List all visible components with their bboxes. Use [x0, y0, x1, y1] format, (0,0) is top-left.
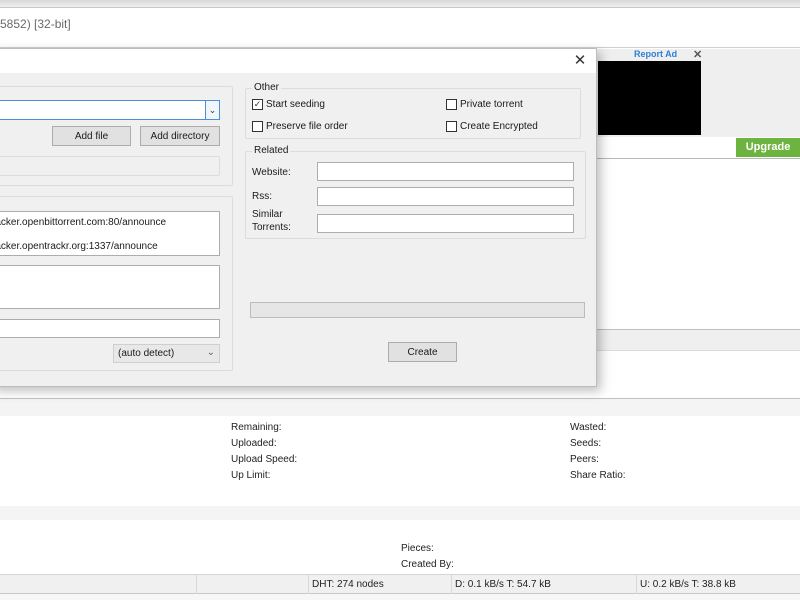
transfer-section-header: [0, 398, 800, 416]
similar-torrents-label-line2: Torrents:: [252, 222, 291, 233]
chevron-down-icon: ⌄: [206, 347, 215, 358]
piece-size-select[interactable]: (auto detect) ⌄: [113, 344, 220, 363]
info-upload-speed-label: Upload Speed:: [231, 454, 298, 465]
piece-size-value: (auto detect): [118, 348, 175, 359]
private-torrent-checkbox[interactable]: Private torrent: [446, 99, 523, 110]
report-ad-link[interactable]: Report Ad: [634, 49, 677, 59]
tracker-line: racker.openbittorrent.com:80/announce: [0, 217, 166, 228]
similar-torrents-input[interactable]: [317, 214, 574, 233]
info-uploaded-label: Uploaded:: [231, 438, 277, 449]
preserve-file-order-checkbox[interactable]: Preserve file order: [252, 121, 348, 132]
checkbox-checked-icon: ✓: [252, 99, 263, 110]
start-seeding-checkbox[interactable]: ✓ Start seeding: [252, 99, 325, 110]
create-encrypted-checkbox[interactable]: Create Encrypted: [446, 121, 538, 132]
upgrade-button[interactable]: Upgrade: [736, 138, 800, 157]
general-section-header: [0, 506, 800, 520]
info-pieces-label: Pieces:: [401, 543, 434, 554]
checkbox-icon: [252, 121, 263, 132]
info-seeds-label: Seeds:: [570, 438, 602, 449]
taskbar-strip: [0, 0, 800, 8]
add-file-button[interactable]: Add file: [52, 126, 131, 146]
tracker-line: racker.opentrackr.org:1337/announce: [0, 241, 158, 252]
info-peers-label: Peers:: [570, 454, 599, 465]
status-download: D: 0.1 kB/s T: 54.7 kB: [451, 575, 636, 594]
source-dropdown-icon[interactable]: ⌄: [205, 101, 219, 119]
app-titlebar: 5852) [32-bit]: [0, 8, 800, 48]
status-upload: U: 0.2 kB/s T: 38.8 kB: [636, 575, 800, 594]
create-torrent-dialog: ✕ ⌄ Add file Add directory racker.openbi…: [0, 48, 597, 387]
window-bottom-edge: [0, 594, 800, 600]
rss-label: Rss:: [252, 191, 272, 202]
info-created-by-label: Created By:: [401, 559, 454, 570]
similar-torrents-label-line1: Similar: [252, 209, 283, 220]
comment-input[interactable]: [0, 319, 220, 338]
info-wasted-label: Wasted:: [570, 422, 607, 433]
app-title: 5852) [32-bit]: [0, 17, 71, 31]
checkbox-icon: [446, 99, 457, 110]
dialog-close-icon[interactable]: ✕: [570, 52, 590, 70]
create-button[interactable]: Create: [388, 342, 457, 362]
torrent-list[interactable]: [596, 159, 800, 329]
rss-input[interactable]: [317, 187, 574, 206]
related-group-label: Related: [252, 145, 291, 156]
other-group-label: Other: [252, 82, 282, 93]
status-cell-empty: [196, 575, 308, 594]
create-progress-bar: [250, 302, 585, 318]
ad-image[interactable]: [598, 61, 701, 135]
website-input[interactable]: [317, 162, 574, 181]
source-info-field: [0, 156, 220, 176]
ad-close-icon[interactable]: ✕: [693, 48, 702, 61]
checkbox-icon: [446, 121, 457, 132]
source-path-input[interactable]: ⌄: [0, 100, 220, 120]
info-up-limit-label: Up Limit:: [231, 470, 271, 481]
add-directory-button[interactable]: Add directory: [140, 126, 220, 146]
trackers-textarea[interactable]: racker.openbittorrent.com:80/announce ra…: [0, 211, 220, 256]
website-label: Website:: [252, 167, 291, 178]
info-remaining-label: Remaining:: [231, 422, 282, 433]
status-bar: DHT: 274 nodes D: 0.1 kB/s T: 54.7 kB U:…: [0, 574, 800, 594]
dialog-titlebar[interactable]: ✕: [0, 49, 596, 73]
info-share-ratio-label: Share Ratio:: [570, 470, 626, 481]
web-seeds-textarea[interactable]: [0, 265, 220, 309]
status-dht: DHT: 274 nodes: [308, 575, 451, 594]
